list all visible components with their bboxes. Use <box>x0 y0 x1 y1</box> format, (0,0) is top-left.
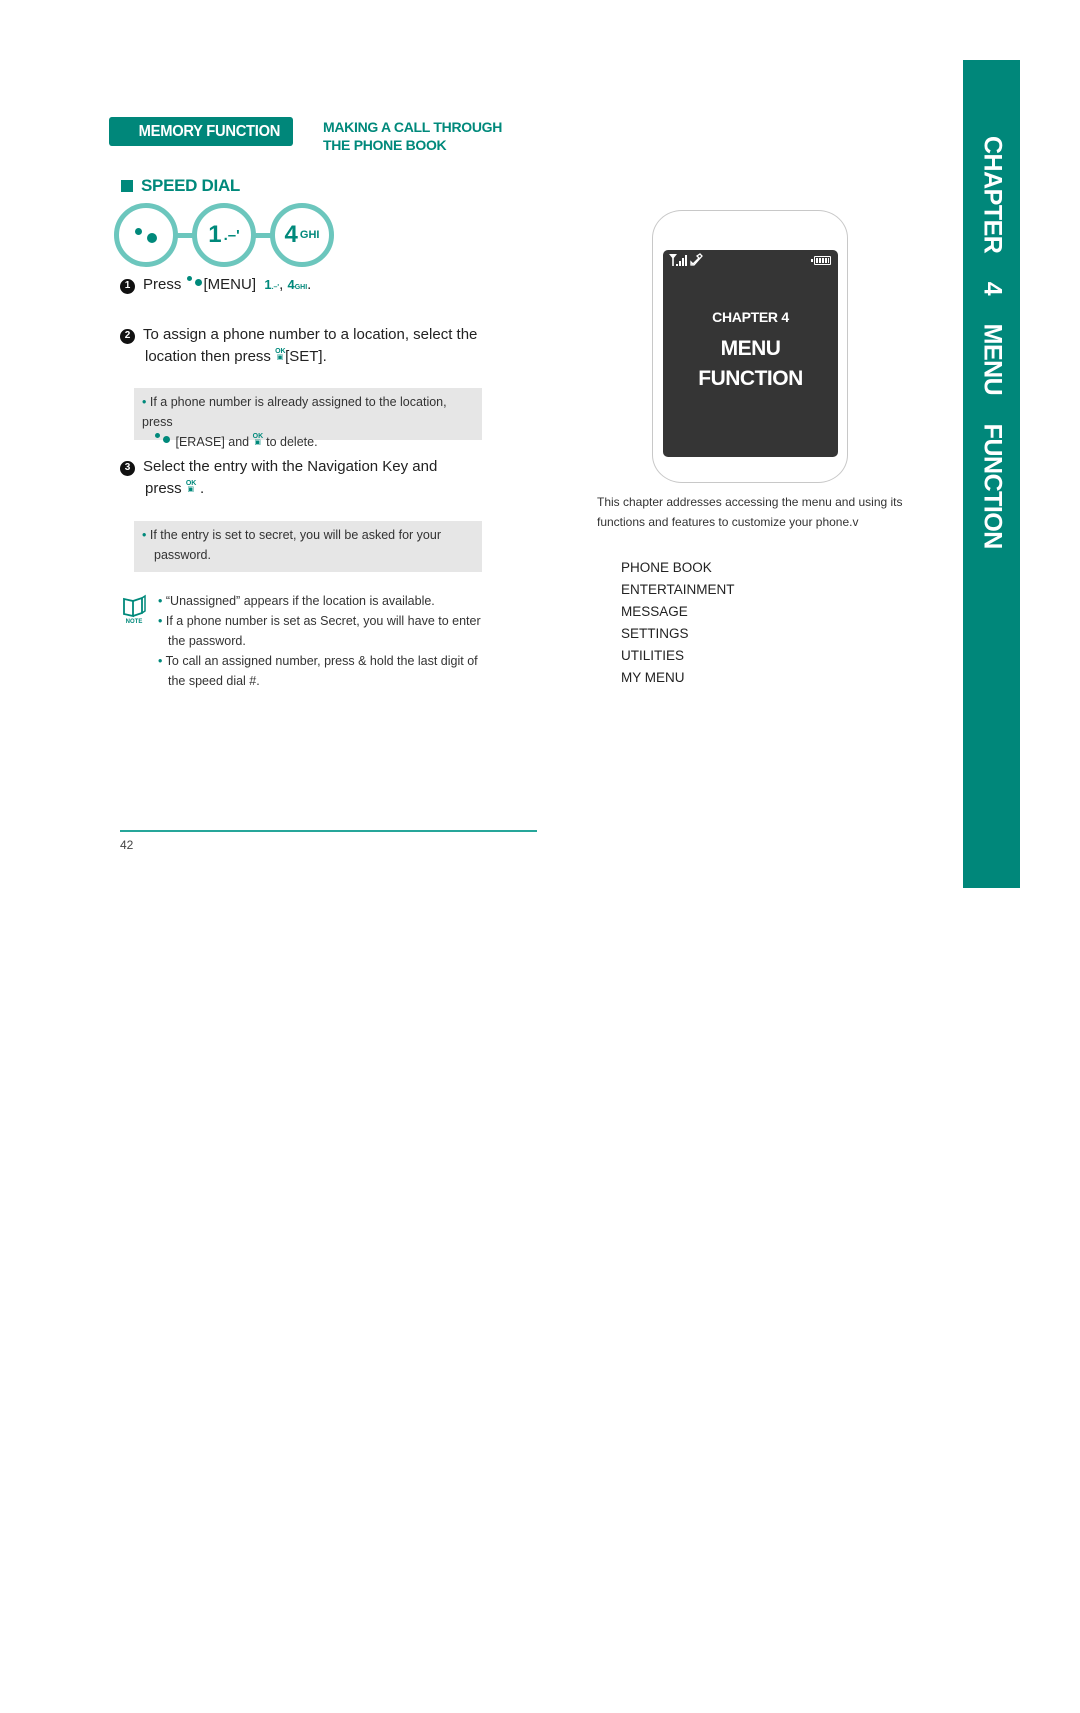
section-tab-label: MEMORY FUNCTION <box>138 122 281 140</box>
key-4: 4 GHI <box>270 203 334 267</box>
step-number: 2 <box>120 328 135 344</box>
menu-list: PHONE BOOK ENTERTAINMENT MESSAGE SETTING… <box>621 557 735 689</box>
note-item: • “Unassigned” appears if the location i… <box>158 594 435 608</box>
ok-key-icon: OK ▣ <box>252 433 264 446</box>
step-text: location then press <box>145 348 271 365</box>
svg-text:NOTE: NOTE <box>126 619 143 624</box>
key-4-inline: 4GHI <box>287 277 308 292</box>
key-4-digit: 4 <box>284 221 298 248</box>
key-1-inline: 1.–' <box>264 277 280 292</box>
step-text: Select the entry with the Navigation Key… <box>143 458 438 475</box>
menu-list-item: UTILITIES <box>621 648 685 663</box>
ok-key-icon: OK ▣ <box>275 348 286 361</box>
step-number: 3 <box>120 460 135 476</box>
menu-list-item: MESSAGE <box>621 604 688 619</box>
menu-list-item: ENTERTAINMENT <box>621 582 735 597</box>
section-subtitle: MAKING A CALL THROUGH THE PHONE BOOK <box>323 118 502 154</box>
tip-text: to delete. <box>266 435 318 449</box>
key-1-digit: 1 <box>208 221 222 248</box>
tip-box: • If the entry is set to secret, you wil… <box>134 521 482 572</box>
ok-key-icon: OK ▣ <box>185 480 197 493</box>
step-end: . <box>307 276 312 293</box>
phone-handset-icon <box>690 253 703 266</box>
menu-list-item: SETTINGS <box>621 626 689 641</box>
battery-icon <box>811 256 831 265</box>
step-number: 1 <box>120 278 135 294</box>
step-text: To assign a phone number to a location, … <box>143 326 478 343</box>
footer-rule <box>120 830 537 832</box>
set-label: [SET]. <box>285 348 327 365</box>
menu-list-item: PHONE BOOK <box>621 560 712 575</box>
tip-text: password. <box>154 548 211 562</box>
signal-strength-icon <box>669 253 703 266</box>
menu-dots-icon <box>154 433 172 445</box>
key-4-chars: GHI <box>299 229 320 241</box>
separator: , <box>279 276 284 293</box>
chapter-tab-text: CHAPTER 4 MENU FUNCTION <box>978 136 1006 549</box>
note-book-icon: NOTE <box>121 594 147 625</box>
speed-dial-title: SPEED DIAL <box>141 176 241 195</box>
menu-key <box>114 203 178 267</box>
square-bullet-icon <box>121 180 133 192</box>
note-item: • To call an assigned number, press & ho… <box>158 654 478 688</box>
section-tab: MEMORY FUNCTION <box>109 117 293 146</box>
menu-list-item: MY MENU <box>621 670 685 685</box>
screen-chapter: CHAPTER 4 <box>712 309 789 325</box>
tip-text: If a phone number is already assigned to… <box>142 395 447 429</box>
step-2: 2 To assign a phone number to a location,… <box>120 324 490 368</box>
page-number: 42 <box>120 838 134 852</box>
bullet-icon: • <box>142 528 147 542</box>
step-text: Press <box>143 276 182 293</box>
tip-box: • If a phone number is already assigned … <box>134 388 482 449</box>
chapter-intro: This chapter addresses accessing the men… <box>597 495 903 529</box>
status-icons <box>668 253 710 267</box>
key-sequence: 1 .–' 4 GHI <box>114 203 334 267</box>
tip-text: If the entry is set to secret, you will … <box>149 528 441 542</box>
menu-dots-icon <box>186 276 204 288</box>
step-3: 3 Select the entry with the Navigation Ke… <box>120 456 490 500</box>
key-1: 1 .–' <box>192 203 256 267</box>
menu-label: [MENU] <box>203 276 257 293</box>
subtitle-line-1: MAKING A CALL THROUGH <box>323 119 503 135</box>
bullet-icon: • <box>142 395 147 409</box>
step-end: . <box>200 480 205 497</box>
note-list: • “Unassigned” appears if the location i… <box>158 591 488 691</box>
step-text: press <box>145 480 182 497</box>
tip-text: [ERASE] and <box>175 435 250 449</box>
subtitle-line-2: THE PHONE BOOK <box>323 137 447 153</box>
note-item: • If a phone number is set as Secret, yo… <box>158 614 481 648</box>
step-1: 1 Press [MENU] 1.–', 4GHI. <box>120 274 490 299</box>
screen-title: MENU FUNCTION <box>698 337 803 390</box>
chapter-tab-label: CHAPTER 4 MENU FUNCTION <box>963 60 1020 888</box>
menu-dots-icon <box>133 225 159 245</box>
speed-dial-heading: SPEED DIAL <box>121 176 240 196</box>
key-1-chars: .–' <box>223 226 240 244</box>
